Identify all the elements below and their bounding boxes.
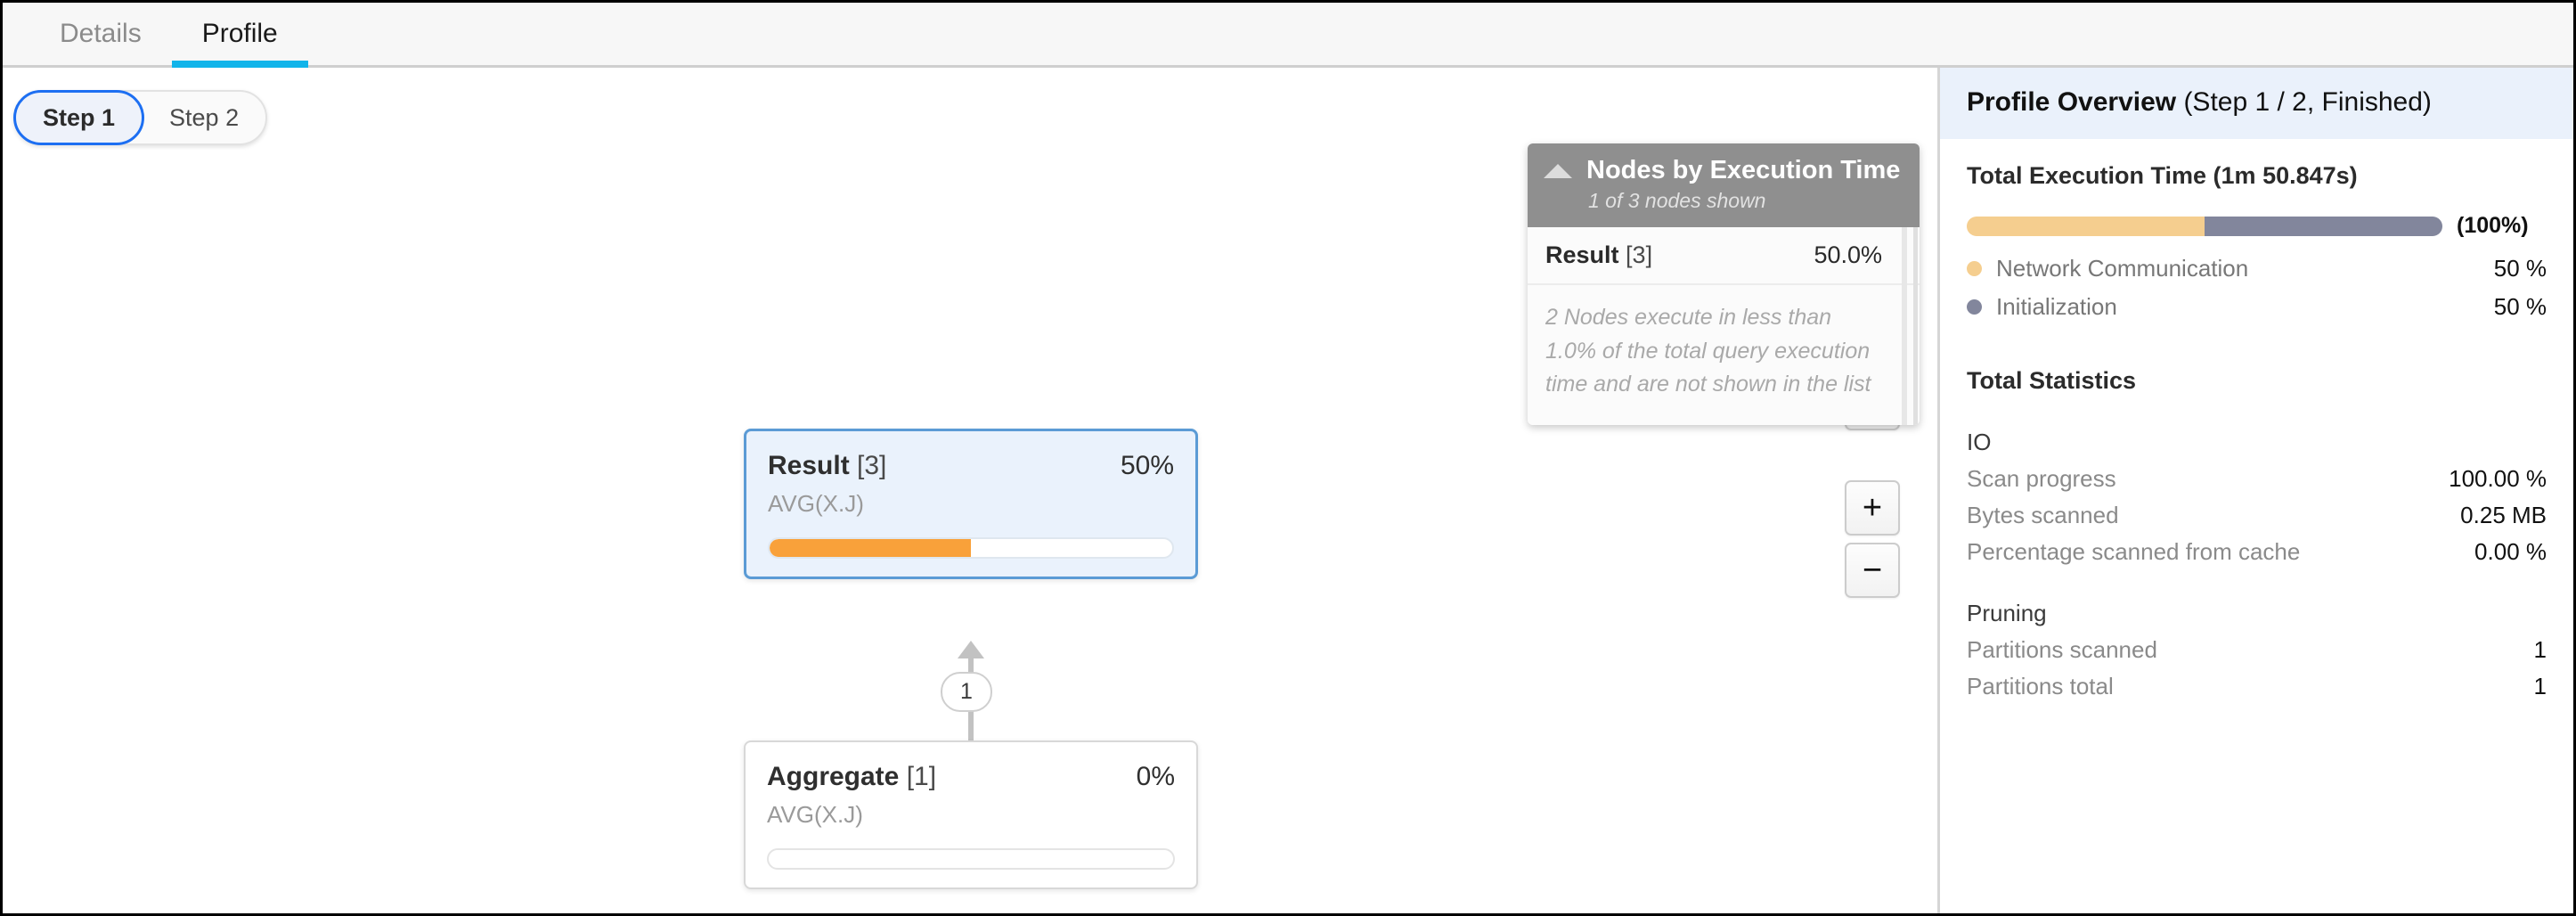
step-2-label: Step 2: [169, 103, 240, 131]
legend-row-initialization: Initialization 50 %: [1967, 293, 2547, 321]
stat-row-percentage-scanned-from-cache: Percentage scanned from cache 0.00 %: [1967, 538, 2547, 566]
legend-value-network-communication: 50 %: [2493, 255, 2547, 282]
plan-node-aggregate-name: Aggregate: [767, 762, 900, 791]
plan-node-aggregate-title: Aggregate [1]: [767, 762, 936, 792]
stat-row-bytes-scanned: Bytes scanned 0.25 MB: [1967, 502, 2547, 529]
zoom-in-button[interactable]: +: [1845, 480, 1900, 536]
execution-time-total-label: (100%): [2457, 213, 2529, 238]
plan-node-aggregate-header: Aggregate [1] 0%: [767, 762, 1175, 792]
tab-profile-label: Profile: [201, 19, 278, 48]
plan-node-result-bar: [768, 537, 1174, 559]
nodes-panel-scrollbar-outer[interactable]: [1913, 227, 1918, 425]
profile-view: Details Profile Step 1 Step 2 Result [3]…: [0, 0, 2576, 916]
step-2-button[interactable]: Step 2: [141, 90, 267, 145]
edge-arrow-aggregate-result: [958, 641, 984, 658]
stat-value-partitions-scanned: 1: [2533, 636, 2547, 663]
nodes-panel-row-result[interactable]: Result [3] 50.0%: [1528, 227, 1920, 285]
stat-key-partitions-scanned: Partitions scanned: [1967, 636, 2157, 663]
plan-node-result-header: Result [3] 50%: [768, 451, 1174, 481]
page-title-bold: Profile Overview: [1967, 87, 2177, 117]
nodes-panel-subtitle: 1 of 3 nodes shown: [1588, 189, 1766, 212]
profile-overview-header: Profile Overview (Step 1 / 2, Finished): [1940, 68, 2573, 139]
stat-key-scan-progress: Scan progress: [1967, 465, 2116, 492]
plan-node-result-index: [3]: [857, 451, 887, 480]
stat-key-partitions-total: Partitions total: [1967, 673, 2114, 699]
stat-value-bytes-scanned: 0.25 MB: [2460, 502, 2547, 528]
plan-node-result-bar-fill: [770, 539, 971, 557]
stat-row-partitions-scanned: Partitions scanned 1: [1967, 636, 2547, 664]
page-title: Profile Overview (Step 1 / 2, Finished): [1967, 87, 2547, 118]
zoom-out-button[interactable]: −: [1845, 543, 1900, 598]
plan-node-aggregate[interactable]: Aggregate [1] 0% AVG(X.J): [744, 740, 1198, 889]
edge-badge-rows-1-label: 1: [960, 679, 973, 704]
minus-icon: −: [1862, 552, 1883, 589]
tab-profile[interactable]: Profile: [171, 3, 308, 68]
plan-node-aggregate-subtitle: AVG(X.J): [767, 801, 863, 828]
legend-dot-network-communication: [1967, 261, 1982, 276]
stat-group-title-pruning: Pruning: [1967, 600, 2047, 626]
nodes-panel-row-result-name: Result [3]: [1545, 241, 1653, 268]
legend-label-initialization: Initialization: [1996, 293, 2117, 320]
profile-overview-body: Total Execution Time (1m 50.847s) (100%)…: [1940, 139, 2573, 700]
step-toggle: Step 1 Step 2: [13, 90, 268, 145]
stat-group-title-io: IO: [1967, 429, 1992, 455]
plan-node-result-name: Result: [768, 451, 850, 480]
query-plan-canvas[interactable]: Result [3] 50% AVG(X.J) 1 Aggregate [1]: [3, 68, 1940, 913]
nodes-panel-note: 2 Nodes execute in less than 1.0% of the…: [1545, 305, 1871, 397]
nodes-panel-body: Result [3] 50.0% 2 Nodes execute in less…: [1528, 227, 1920, 425]
execution-seg-initialization: [2205, 216, 2442, 236]
nodes-panel-scrollbar[interactable]: [1902, 227, 1907, 425]
nodes-by-execution-time-panel: Nodes by Execution Time 1 of 3 nodes sho…: [1528, 143, 1920, 425]
triangle-up-icon[interactable]: [1544, 163, 1572, 178]
execution-time-bar-track: [1967, 216, 2442, 236]
plan-node-aggregate-bar: [767, 848, 1175, 870]
nodes-panel-row-result-percent: 50.0%: [1814, 241, 1882, 268]
legend-row-network-communication: Network Communication 50 %: [1967, 255, 2547, 282]
plan-node-aggregate-percent: 0%: [1136, 762, 1175, 791]
legend-label-network-communication: Network Communication: [1996, 255, 2249, 282]
plan-node-result-percent: 50%: [1120, 451, 1174, 480]
stat-value-percentage-scanned-from-cache: 0.00 %: [2474, 538, 2547, 565]
legend-dot-initialization: [1967, 299, 1982, 315]
tab-bar: Details Profile: [3, 3, 2573, 68]
nodes-panel-header: Nodes by Execution Time 1 of 3 nodes sho…: [1528, 143, 1920, 227]
step-1-label: Step 1: [43, 103, 116, 131]
stat-row-partitions-total: Partitions total 1: [1967, 673, 2547, 700]
profile-overview-sidebar: Profile Overview (Step 1 / 2, Finished) …: [1937, 68, 2573, 913]
stat-key-bytes-scanned: Bytes scanned: [1967, 502, 2119, 528]
total-statistics-title: Total Statistics: [1967, 367, 2137, 394]
tab-details-label: Details: [60, 19, 142, 48]
stat-value-partitions-total: 1: [2533, 673, 2547, 699]
plan-node-result-title: Result [3]: [768, 451, 886, 481]
tab-details[interactable]: Details: [29, 3, 172, 65]
legend-value-initialization: 50 %: [2493, 293, 2547, 320]
execution-seg-network-communication: [1967, 216, 2205, 236]
plus-icon: +: [1862, 489, 1883, 527]
stat-row-scan-progress: Scan progress 100.00 %: [1967, 465, 2547, 493]
total-execution-time-title: Total Execution Time (1m 50.847s): [1967, 162, 2358, 189]
step-1-button[interactable]: Step 1: [13, 90, 145, 145]
edge-badge-rows-1: 1: [941, 672, 992, 712]
page-title-status: (Step 1 / 2, Finished): [2176, 87, 2432, 117]
plan-node-result-subtitle: AVG(X.J): [768, 490, 864, 517]
plan-node-aggregate-index: [1]: [906, 762, 937, 791]
plan-node-result[interactable]: Result [3] 50% AVG(X.J): [744, 429, 1198, 579]
stat-key-percentage-scanned-from-cache: Percentage scanned from cache: [1967, 538, 2301, 565]
execution-time-bar: (100%): [1967, 213, 2547, 239]
stat-value-scan-progress: 100.00 %: [2449, 465, 2547, 492]
nodes-panel-title: Nodes by Execution Time: [1586, 156, 1901, 184]
